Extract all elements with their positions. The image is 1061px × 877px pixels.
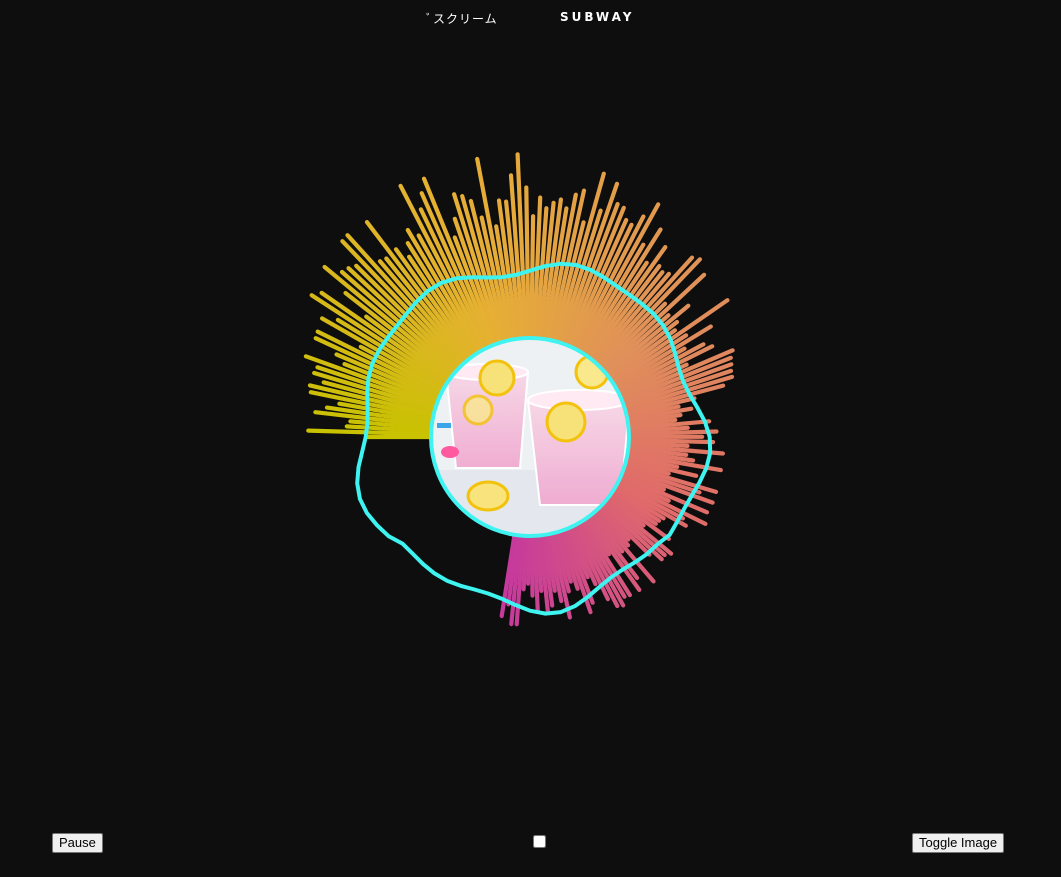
pause-button[interactable]: Pause (52, 833, 103, 853)
toggle-image-button[interactable]: Toggle Image (912, 833, 1005, 853)
audio-visualizer (303, 152, 735, 627)
visualizer-stage: ﾞスクリーム SUBWAY Pause Toggle Image (0, 0, 1061, 877)
image-toggle-checkbox[interactable] (533, 835, 546, 848)
